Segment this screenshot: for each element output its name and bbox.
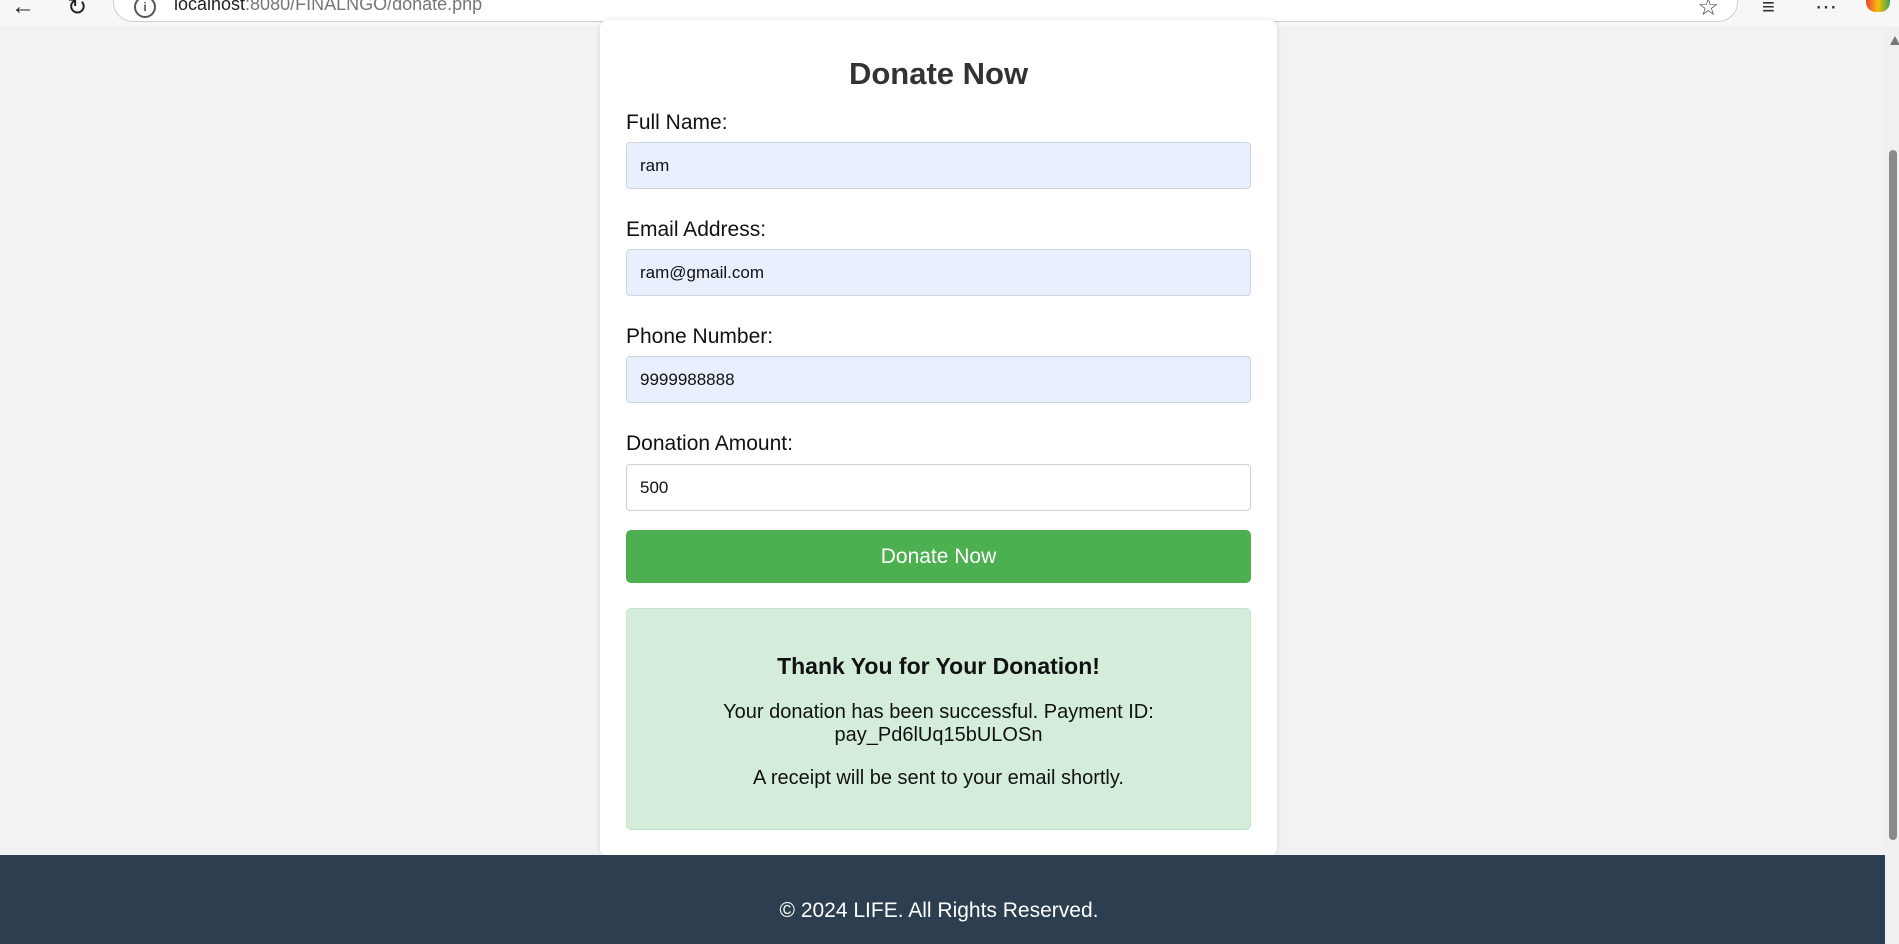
refresh-icon[interactable]: ↻ bbox=[62, 0, 92, 21]
donation-card: Donate Now Full Name: Email Address: Pho… bbox=[600, 20, 1277, 856]
more-options-icon[interactable]: ⋯ bbox=[1815, 0, 1837, 20]
success-message-box: Thank You for Your Donation! Your donati… bbox=[626, 608, 1251, 830]
email-input[interactable] bbox=[626, 249, 1251, 296]
copyright-text: © 2024 LIFE. All Rights Reserved. bbox=[779, 899, 1099, 922]
amount-input[interactable] bbox=[626, 464, 1251, 511]
receipt-note: A receipt will be sent to your email sho… bbox=[753, 767, 1124, 789]
phone-label: Phone Number: bbox=[626, 325, 774, 348]
amount-label: Donation Amount: bbox=[626, 432, 793, 455]
scrollbar-thumb[interactable] bbox=[1889, 150, 1897, 840]
full-name-label: Full Name: bbox=[626, 111, 728, 134]
url-path: :8080/FINALNGO/donate.php bbox=[245, 0, 483, 14]
full-name-input[interactable] bbox=[626, 142, 1251, 189]
collections-icon[interactable]: ≡ bbox=[1762, 0, 1775, 20]
email-label: Email Address: bbox=[626, 218, 767, 241]
phone-input[interactable] bbox=[626, 356, 1251, 403]
page-footer: © 2024 LIFE. All Rights Reserved. bbox=[0, 855, 1885, 944]
donate-now-button[interactable]: Donate Now bbox=[626, 530, 1251, 583]
address-bar[interactable]: i localhost:8080/FINALNGO/donate.php ☆ bbox=[113, 0, 1738, 22]
page-title: Donate Now bbox=[848, 56, 1029, 91]
scroll-up-arrow-icon[interactable] bbox=[1890, 36, 1899, 45]
back-arrow-icon[interactable]: ← bbox=[8, 0, 38, 20]
site-info-icon[interactable]: i bbox=[134, 0, 156, 18]
copilot-icon[interactable] bbox=[1866, 0, 1890, 12]
success-title: Thank You for Your Donation! bbox=[777, 653, 1100, 679]
favorite-star-icon[interactable]: ☆ bbox=[1697, 0, 1719, 22]
url-text: localhost:8080/FINALNGO/donate.php bbox=[174, 0, 482, 15]
payment-confirmation-text: Your donation has been successful. Payme… bbox=[723, 701, 1154, 746]
url-host: localhost bbox=[174, 0, 246, 14]
